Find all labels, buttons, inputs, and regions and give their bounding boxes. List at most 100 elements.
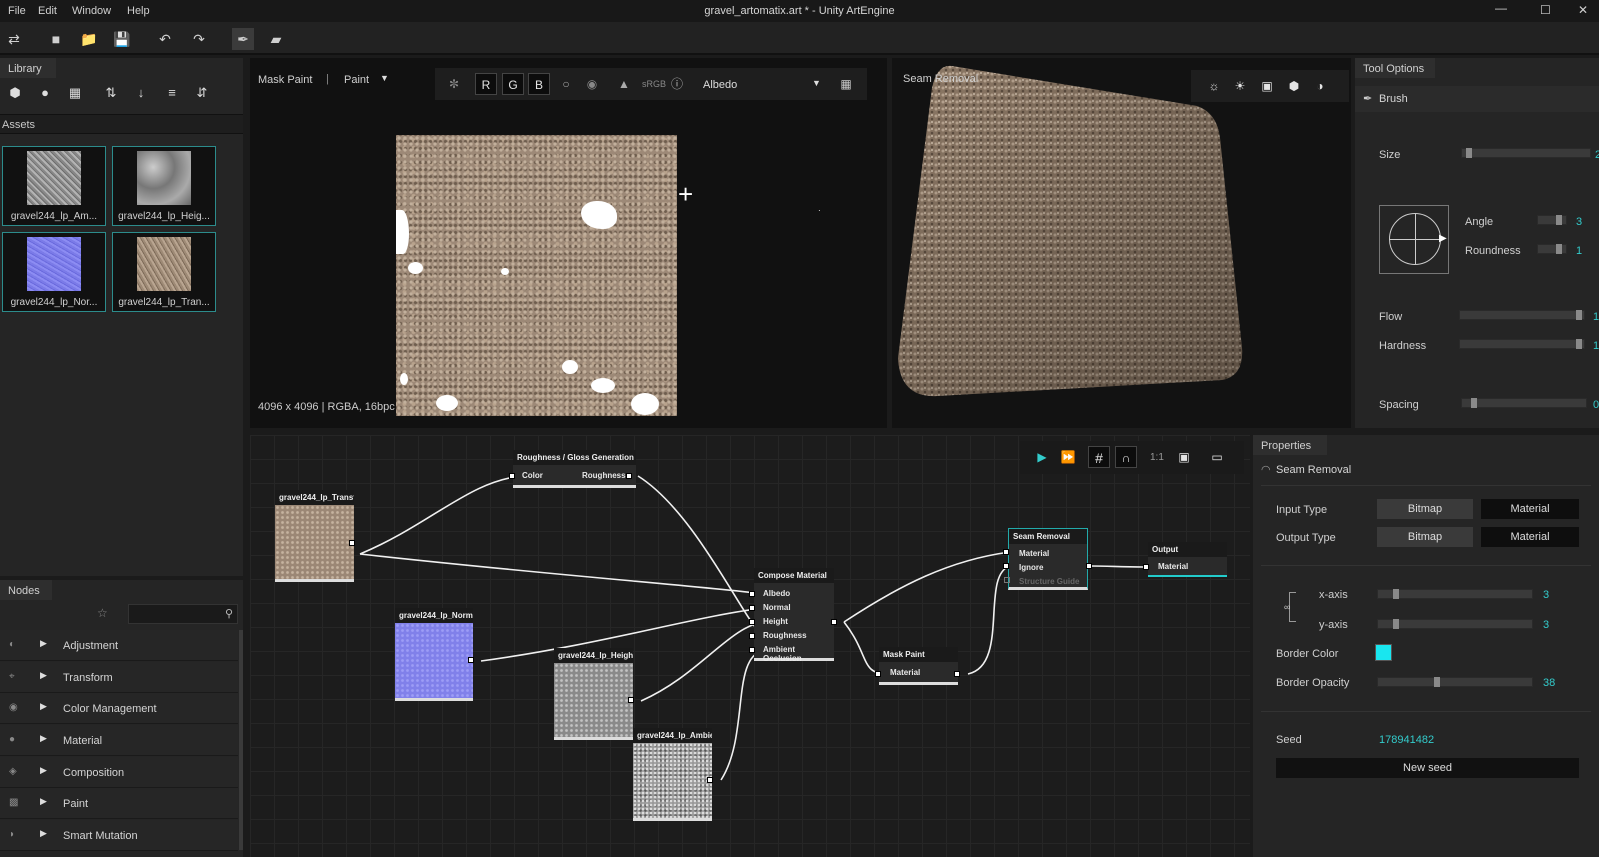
node-category-transform[interactable]: ⌖ ▶ Transform <box>0 662 238 693</box>
slider-knob[interactable] <box>1555 215 1562 225</box>
border-opacity-slider[interactable] <box>1377 677 1533 687</box>
slider-knob[interactable] <box>1555 244 1562 254</box>
structure-guide-checkbox[interactable] <box>1004 577 1010 583</box>
sort-arrows-icon[interactable]: ⇵ <box>191 82 213 104</box>
seed-value[interactable]: 178941482 <box>1379 734 1434 746</box>
grid-snap-icon[interactable]: # <box>1088 446 1110 468</box>
slider-knob[interactable] <box>1471 398 1478 408</box>
border-color-swatch[interactable] <box>1375 644 1392 661</box>
histogram-icon[interactable]: ▲ <box>613 73 635 95</box>
channel-select[interactable]: Albedo <box>703 79 737 91</box>
input-port[interactable] <box>749 605 755 611</box>
spacing-slider[interactable] <box>1461 398 1587 408</box>
chevron-down-icon[interactable]: ▼ <box>812 78 821 88</box>
open-folder-icon[interactable]: 📁 <box>78 28 100 50</box>
channel-g-button[interactable]: G <box>502 73 524 95</box>
node-category-color-management[interactable]: ◉ ▶ Color Management <box>0 693 238 724</box>
input-port[interactable] <box>749 619 755 625</box>
input-port[interactable] <box>875 671 881 677</box>
slider-knob[interactable] <box>1392 619 1399 629</box>
node-category-composition[interactable]: ◈ ▶ Composition <box>0 757 238 788</box>
node-category-paint[interactable]: ▩ ▶ Paint <box>0 788 238 819</box>
play-step-icon[interactable]: ▶ <box>1031 446 1053 468</box>
slider-knob[interactable] <box>1575 339 1582 349</box>
output-port[interactable] <box>954 671 960 677</box>
angle-slider[interactable] <box>1537 215 1567 225</box>
filter-list-icon[interactable]: ≡ <box>161 82 183 104</box>
node-search-input[interactable]: ⚲ <box>128 604 238 624</box>
ratio-button[interactable]: 1:1 <box>1150 452 1164 463</box>
input-port[interactable] <box>1003 563 1009 569</box>
undo-icon[interactable]: ↶ <box>154 28 176 50</box>
channels-icon[interactable]: ✼ <box>443 73 465 95</box>
nodes-scrollbar[interactable] <box>239 630 243 850</box>
new-project-icon[interactable]: ■ <box>45 28 67 50</box>
chain-link-icon[interactable]: ∞ <box>1284 602 1290 612</box>
output-type-bitmap[interactable]: Bitmap <box>1377 527 1473 547</box>
node-transfer[interactable]: gravel244_lp_Transfe <box>275 490 354 582</box>
close-icon[interactable]: ✕ <box>1578 3 1588 17</box>
chevron-down-icon[interactable]: ▼ <box>380 73 389 83</box>
node-height[interactable]: gravel244_lp_Height <box>554 648 633 740</box>
roundness-slider[interactable] <box>1537 244 1567 254</box>
info-icon[interactable]: ⓘ <box>666 73 688 95</box>
input-type-material[interactable]: Material <box>1481 499 1579 519</box>
sort-az-icon[interactable]: ⇅ <box>100 82 122 104</box>
output-port[interactable] <box>628 697 634 703</box>
tool-options-tab[interactable]: Tool Options <box>1355 58 1435 78</box>
alpha-filled-icon[interactable]: ◉ <box>581 73 603 95</box>
node-roughness[interactable]: Roughness / Gloss Generation Color Rough… <box>513 450 636 488</box>
texture-canvas[interactable] <box>396 135 677 416</box>
input-port[interactable] <box>1003 549 1009 555</box>
node-ambient[interactable]: gravel244_lp_Ambien <box>633 728 712 821</box>
node-seam-removal[interactable]: Seam Removal Material Ignore Structure G… <box>1008 528 1088 590</box>
channel-r-button[interactable]: R <box>475 73 497 95</box>
slider-knob[interactable] <box>1392 589 1399 599</box>
asset-thumb[interactable]: gravel244_lp_Nor... <box>2 232 106 312</box>
node-output[interactable]: Output Material <box>1148 542 1227 577</box>
slider-knob[interactable] <box>1575 310 1582 320</box>
3d-viewport[interactable]: Seam Removal ☼ ☀ ▣ ⬢ ◑ <box>892 58 1351 428</box>
output-port[interactable] <box>468 657 474 663</box>
grid-view-icon[interactable]: ▦ <box>835 73 857 95</box>
y-axis-slider[interactable] <box>1377 619 1533 629</box>
paint-dropdown[interactable]: Paint <box>344 74 369 86</box>
asset-thumb[interactable]: gravel244_lp_Heig... <box>112 146 216 226</box>
cube-icon[interactable]: ⬢ <box>4 82 26 104</box>
eraser-tool-icon[interactable]: ▰ <box>265 28 287 50</box>
channel-b-button[interactable]: B <box>528 73 550 95</box>
node-normal[interactable]: gravel244_lp_Norma <box>395 608 473 701</box>
sort-down-icon[interactable]: ↓ <box>130 82 152 104</box>
new-seed-button[interactable]: New seed <box>1276 758 1579 778</box>
input-port[interactable] <box>749 647 755 653</box>
angle-handle-icon[interactable]: ▶ <box>1439 233 1447 244</box>
output-port[interactable] <box>1086 563 1092 569</box>
maximize-view-icon[interactable]: ▭ <box>1206 446 1228 468</box>
node-compose-material[interactable]: Compose Material Albedo Normal Height Ro… <box>754 568 834 663</box>
node-category-adjustment[interactable]: ◐ ▶ Adjustment <box>0 630 238 661</box>
output-port[interactable] <box>626 473 632 479</box>
slider-knob[interactable] <box>1434 677 1441 687</box>
fit-view-icon[interactable]: ▣ <box>1173 446 1195 468</box>
input-port[interactable] <box>509 473 515 479</box>
node-mask-paint[interactable]: Mask Paint Material <box>879 647 958 685</box>
library-tab[interactable]: Library <box>0 58 56 78</box>
asset-thumb[interactable]: gravel244_lp_Tran... <box>112 232 216 312</box>
input-port[interactable] <box>1143 564 1149 570</box>
input-port[interactable] <box>749 633 755 639</box>
node-category-smart-mutation[interactable]: ◗ ▶ Smart Mutation <box>0 820 238 851</box>
size-slider[interactable] <box>1461 148 1591 158</box>
output-port[interactable] <box>349 540 355 546</box>
redo-icon[interactable]: ↷ <box>188 28 210 50</box>
input-port[interactable] <box>749 591 755 597</box>
hardness-slider[interactable] <box>1459 339 1585 349</box>
output-port[interactable] <box>707 777 713 783</box>
star-icon[interactable]: ☆ <box>97 606 108 620</box>
flow-slider[interactable] <box>1459 310 1585 320</box>
fast-forward-icon[interactable]: ⏩ <box>1057 446 1079 468</box>
alpha-circle-icon[interactable]: ○ <box>555 73 577 95</box>
output-type-material[interactable]: Material <box>1481 527 1579 547</box>
nodes-tab[interactable]: Nodes <box>0 580 52 600</box>
node-graph[interactable]: ▶ ⏩ # ∩ 1:1 ▣ ▭ gravel244_lp_Transfe gra… <box>250 435 1250 857</box>
brush-tool-icon[interactable]: ✒ <box>232 28 254 50</box>
